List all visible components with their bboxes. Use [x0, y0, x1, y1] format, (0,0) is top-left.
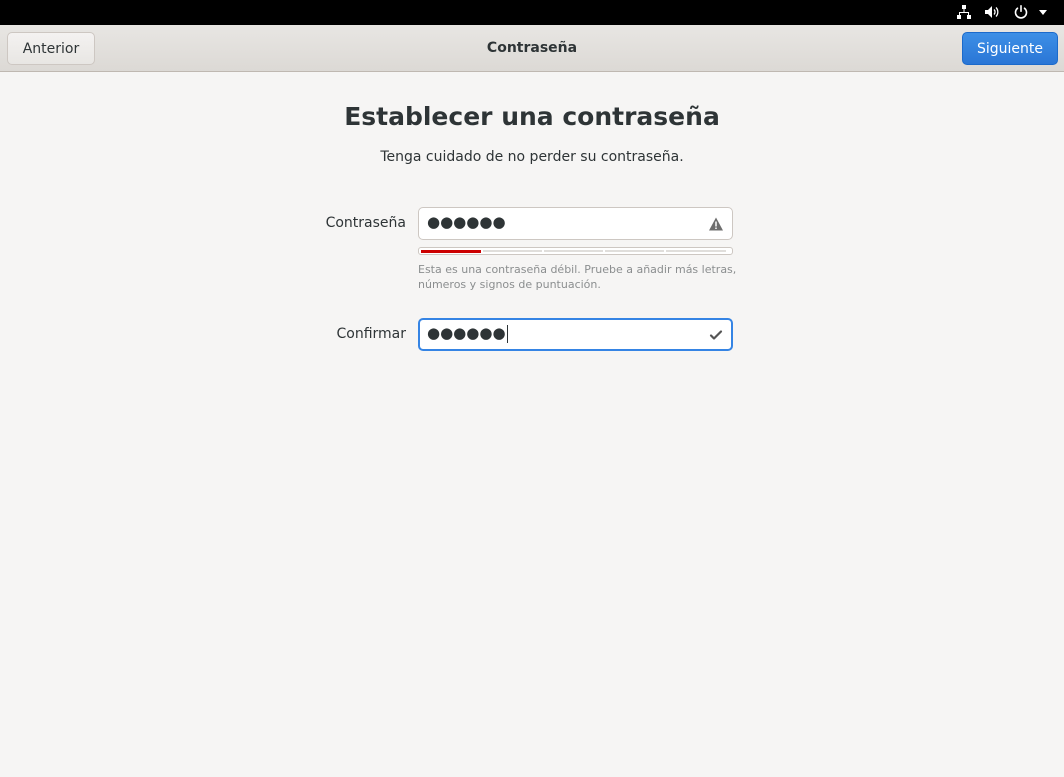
confirm-value: ●●●●●● [427, 324, 506, 342]
system-top-bar [0, 0, 1064, 25]
strength-segment [544, 250, 603, 252]
page-title: Establecer una contraseña [344, 102, 720, 131]
header-title: Contraseña [486, 40, 578, 56]
password-strength-hint: Esta es una contraseña débil. Pruebe a a… [418, 263, 737, 291]
page-subtitle: Tenga cuidado de no perder su contraseña… [380, 149, 684, 165]
password-field[interactable]: ●●●●●● [418, 207, 733, 240]
warning-icon [708, 216, 724, 232]
network-icon[interactable] [955, 3, 973, 21]
confirm-label: Confirmar [336, 326, 406, 342]
strength-segment [421, 250, 481, 253]
check-icon [708, 327, 724, 343]
menu-arrow-icon[interactable] [1036, 3, 1050, 21]
confirm-value-wrap: ●●●●●● [427, 324, 508, 343]
confirm-field[interactable]: ●●●●●● [418, 318, 733, 351]
text-caret [506, 324, 508, 343]
strength-segment [666, 250, 726, 252]
volume-icon[interactable] [983, 3, 1001, 21]
password-label: Contraseña [325, 215, 406, 231]
strength-segment [483, 250, 542, 252]
next-button[interactable]: Siguiente [962, 32, 1058, 65]
header-bar: Anterior Contraseña Siguiente [0, 25, 1064, 72]
password-value: ●●●●●● [427, 213, 506, 231]
power-icon[interactable] [1012, 3, 1030, 21]
password-strength-meter [418, 247, 733, 255]
strength-segment [605, 250, 664, 252]
